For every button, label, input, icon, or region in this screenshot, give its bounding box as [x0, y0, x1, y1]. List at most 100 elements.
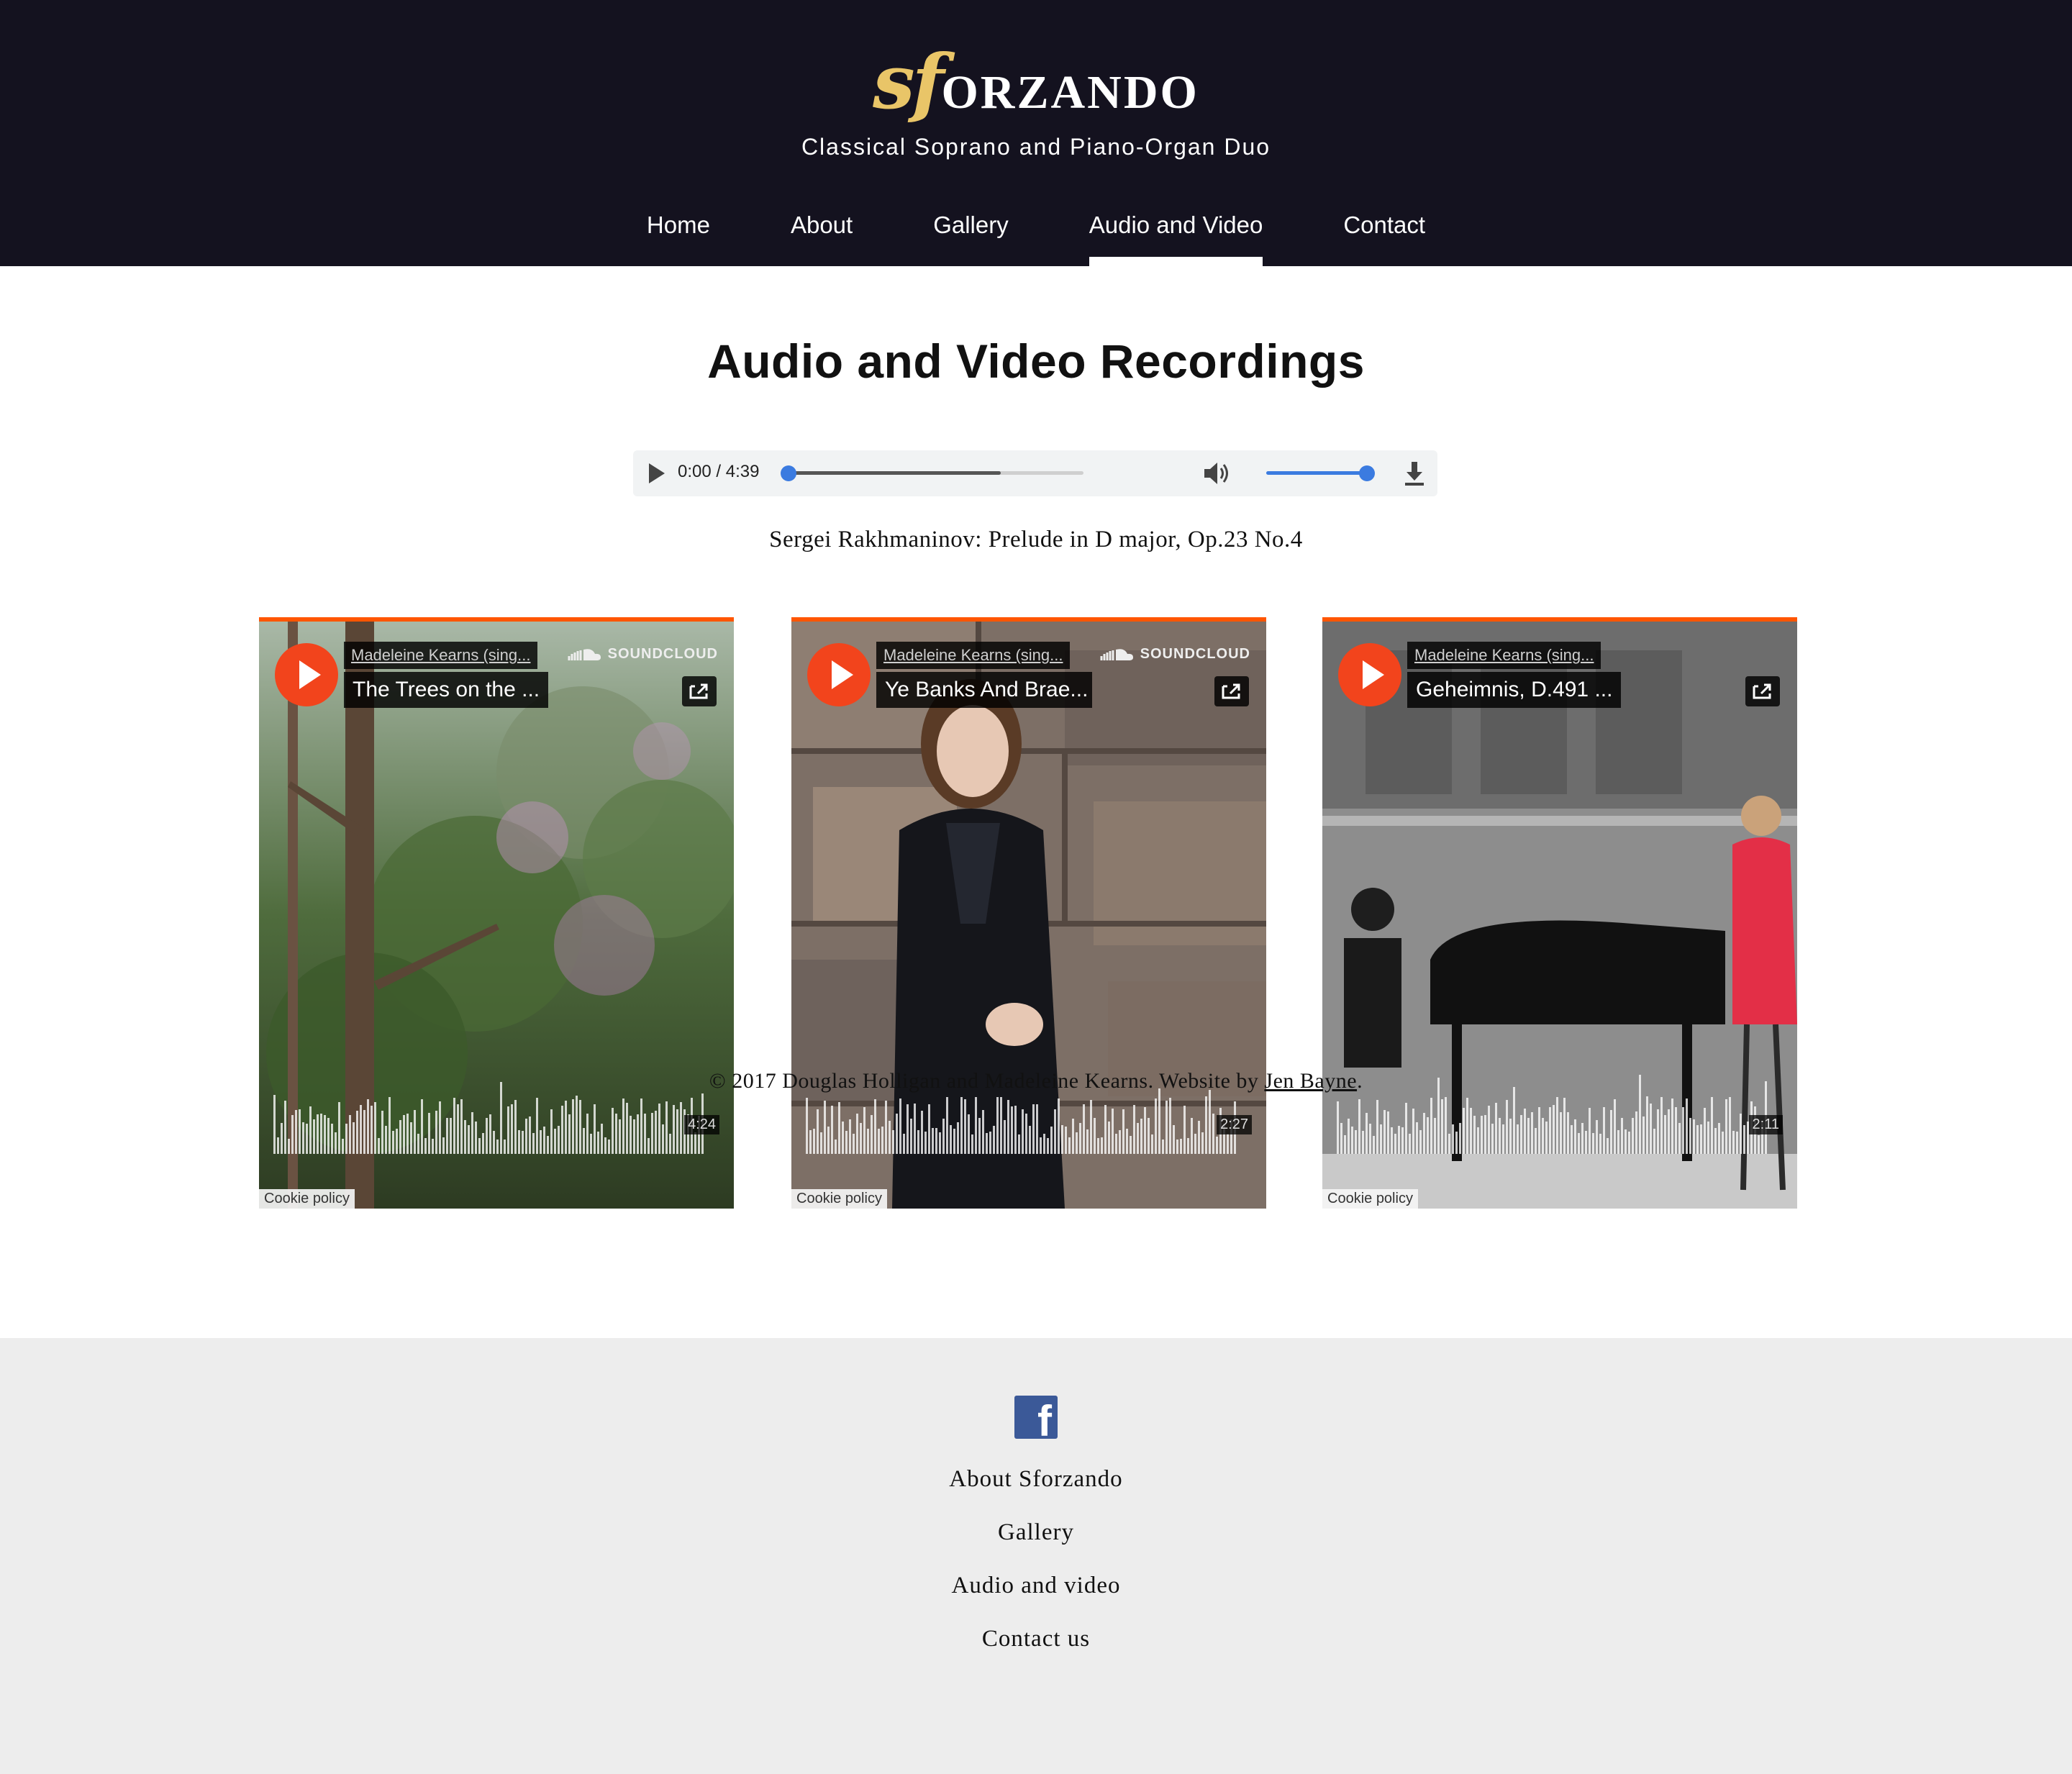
nav-gallery[interactable]: Gallery [933, 209, 1009, 266]
waveform-bar [1535, 1127, 1537, 1154]
waveform-bar [597, 1131, 599, 1154]
waveform-bar [1632, 1117, 1634, 1154]
waveform-bar [1574, 1119, 1576, 1154]
waveform-bar [676, 1109, 678, 1154]
nav-about[interactable]: About [791, 209, 853, 266]
waveform-bar [630, 1116, 632, 1154]
waveform-bar [493, 1130, 495, 1154]
track-title-link[interactable]: Ye Banks And Brae... [876, 672, 1092, 708]
waveform-bar [1621, 1118, 1623, 1154]
waveform-bar [1101, 1137, 1103, 1154]
track-artist-link[interactable]: Madeleine Kearns (sing... [1407, 642, 1601, 669]
waveform-bar [1502, 1124, 1504, 1154]
play-icon [1363, 660, 1384, 689]
footer-link-gallery[interactable]: Gallery [0, 1519, 2072, 1573]
waveform-bar [1344, 1134, 1346, 1154]
waveform-bar [1183, 1106, 1186, 1154]
waveform-bar [845, 1131, 848, 1154]
cookie-policy-link[interactable]: Cookie policy [259, 1189, 355, 1209]
waveform-bar [432, 1139, 434, 1154]
waveform-bar [568, 1114, 571, 1154]
waveform-bar [554, 1128, 556, 1154]
waveform-bar [1459, 1122, 1461, 1154]
waveform-bar [1201, 1132, 1204, 1154]
waveform-bar [1646, 1096, 1648, 1154]
track-artist-link[interactable]: Madeleine Kearns (sing... [344, 642, 538, 669]
track-artist-link[interactable]: Madeleine Kearns (sing... [876, 642, 1071, 669]
waveform-bar [522, 1130, 524, 1154]
site-header: sfORZANDO Classical Soprano and Piano-Or… [0, 0, 2072, 266]
waveform-bar [1366, 1113, 1368, 1154]
waveform-bar [1205, 1096, 1207, 1154]
waveform-bar [680, 1101, 682, 1154]
waveform-bar [669, 1133, 671, 1154]
volume-handle[interactable] [1359, 465, 1375, 481]
seek-bar[interactable] [789, 471, 1083, 475]
site-logo[interactable]: sfORZANDO [0, 37, 2072, 126]
waveform-bar [1398, 1125, 1400, 1154]
waveform-bar [673, 1104, 675, 1154]
track-title-link[interactable]: The Trees on the ... [344, 672, 549, 708]
waveform-bar [504, 1139, 506, 1154]
play-button[interactable] [1338, 643, 1401, 706]
waveform-bar [1470, 1108, 1472, 1154]
waveform-bar [1133, 1105, 1135, 1154]
waveform-bar [414, 1109, 416, 1154]
nav-home[interactable]: Home [647, 209, 710, 266]
share-icon[interactable] [682, 676, 717, 706]
waveform-bar [1524, 1109, 1526, 1154]
footer-link-about[interactable]: About Sforzando [0, 1466, 2072, 1519]
nav-contact[interactable]: Contact [1343, 209, 1425, 266]
waveform-bar [302, 1122, 304, 1154]
waveform-bar [1412, 1109, 1414, 1154]
track-title-link[interactable]: Geheimnis, D.491 ... [1407, 672, 1622, 708]
footer-link-audio-video[interactable]: Audio and video [0, 1573, 2072, 1626]
volume-icon[interactable] [1201, 460, 1233, 486]
share-icon[interactable] [1745, 676, 1780, 706]
soundcloud-logo[interactable]: SOUNDCLOUD [1100, 646, 1250, 663]
nav-audio-and-video[interactable]: Audio and Video [1089, 209, 1263, 266]
play-button[interactable] [807, 643, 871, 706]
waveform-bar [899, 1098, 901, 1154]
cookie-policy-link[interactable]: Cookie policy [1322, 1189, 1418, 1209]
waveform-bar [1617, 1129, 1619, 1154]
download-icon[interactable] [1401, 459, 1427, 488]
waveform-bar [1022, 1109, 1024, 1154]
waveform-bar [367, 1098, 369, 1154]
waveform-bar [1473, 1115, 1476, 1154]
waveform-bar [1007, 1099, 1009, 1154]
waveform-bar [1097, 1137, 1099, 1154]
play-icon[interactable] [649, 463, 665, 483]
waveform-bar [1018, 1134, 1020, 1154]
waveform-bar [1571, 1125, 1573, 1154]
waveform-bar [637, 1114, 639, 1154]
facebook-icon[interactable]: f [1014, 1396, 1058, 1443]
waveform-bar [978, 1118, 981, 1154]
waveform-bar [424, 1137, 427, 1154]
waveform-bar [1567, 1112, 1569, 1154]
waveform-bar [939, 1132, 941, 1154]
play-button[interactable] [275, 643, 338, 706]
share-icon[interactable] [1214, 676, 1249, 706]
waveform-bar [982, 1109, 984, 1154]
copyright: © 2017 Douglas Holligan and Madeleine Ke… [0, 1069, 2072, 1093]
waveform-bar [482, 1132, 484, 1154]
soundcloud-logo[interactable]: SOUNDCLOUD [568, 646, 718, 663]
cookie-policy-link[interactable]: Cookie policy [791, 1189, 887, 1209]
waveform-bar [1158, 1088, 1160, 1154]
seek-handle[interactable] [781, 465, 796, 481]
waveform-bar [1441, 1098, 1443, 1154]
waveform-bar [651, 1112, 653, 1154]
footer-link-contact[interactable]: Contact us [0, 1626, 2072, 1679]
waveform-bar [1094, 1117, 1096, 1154]
waveform-bar [867, 1129, 869, 1154]
waveform-bar [1216, 1137, 1218, 1154]
waveform-bar [1369, 1124, 1371, 1154]
volume-slider[interactable] [1266, 471, 1367, 475]
waveform-bar [360, 1104, 362, 1154]
waveform-bar [1040, 1137, 1042, 1154]
designer-link[interactable]: Jen Bayne [1264, 1069, 1357, 1093]
waveform-bar [953, 1129, 955, 1154]
waveform-bar [856, 1113, 858, 1154]
main-nav: Home About Gallery Audio and Video Conta… [0, 209, 2072, 266]
